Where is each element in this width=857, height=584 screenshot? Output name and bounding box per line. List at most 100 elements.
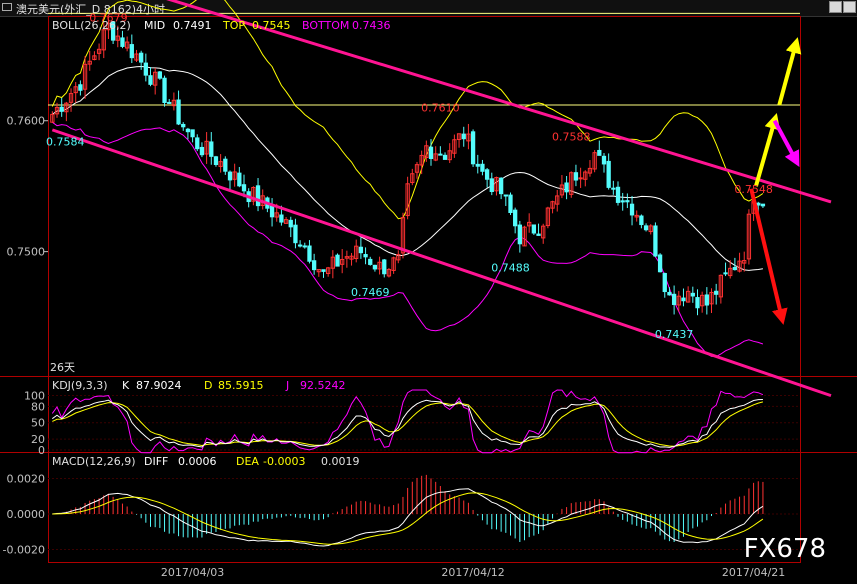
candle	[251, 186, 256, 206]
kdj-panel	[48, 389, 800, 454]
candle-body	[162, 77, 167, 103]
candle	[307, 240, 312, 264]
candle	[213, 155, 219, 167]
candle	[349, 252, 354, 266]
candle	[237, 166, 242, 188]
price-label: 0.7548	[734, 183, 773, 196]
macd-y-tick-label: 0.0000	[7, 508, 46, 521]
candle	[690, 286, 695, 303]
candle-body	[368, 258, 373, 265]
x-tick-label: 2017/04/03	[161, 566, 224, 579]
candle	[517, 220, 522, 253]
candle-body	[484, 169, 490, 180]
candle	[316, 269, 321, 277]
candle	[157, 71, 163, 80]
y-tick-label: 0.7600	[7, 115, 46, 128]
candle	[559, 175, 565, 199]
candle	[120, 30, 125, 49]
candle-body	[498, 177, 504, 195]
candle	[232, 163, 237, 187]
macd-legend-value: 0.0019	[321, 455, 360, 468]
candle-body	[690, 292, 695, 297]
candle-body	[335, 254, 340, 267]
candle	[718, 274, 724, 304]
candle-body	[639, 215, 644, 226]
candle-body	[382, 259, 387, 275]
macd-legend-value: -0.0003	[263, 455, 305, 468]
candle	[484, 167, 490, 188]
trend-arrow	[772, 119, 800, 168]
price-label: 0.7588	[552, 130, 591, 143]
candle	[260, 189, 265, 210]
candle-body	[723, 272, 728, 275]
candle-body	[714, 290, 719, 295]
kdj-legend-value: 92.5242	[300, 379, 346, 392]
candle	[704, 287, 709, 315]
candle	[433, 146, 438, 162]
candle	[564, 176, 569, 200]
candle	[195, 134, 200, 152]
candle-body	[176, 99, 181, 125]
kdj-legend-value: 87.9024	[136, 379, 182, 392]
candle-body	[129, 44, 134, 59]
candle-body	[657, 254, 663, 273]
candle-body	[732, 266, 738, 271]
candle-body	[241, 184, 247, 192]
candle	[143, 53, 148, 82]
candle	[185, 127, 191, 140]
candle	[536, 223, 541, 236]
candle	[269, 198, 275, 227]
watermark-logo: FX678	[744, 534, 826, 564]
candle	[760, 203, 766, 208]
candle	[714, 283, 719, 305]
candle	[597, 140, 602, 156]
candle	[354, 239, 359, 263]
forex-chart: 0.76000.75000.76790.76100.75880.75480.75…	[0, 0, 857, 579]
candle	[653, 222, 658, 258]
candle-body	[517, 224, 522, 245]
candle	[620, 192, 625, 211]
candle	[480, 159, 485, 176]
candle-body	[181, 123, 186, 128]
candle-body	[143, 62, 148, 76]
boll-legend-label: TOP	[222, 19, 245, 32]
candle-body	[671, 293, 677, 305]
candle-body	[760, 203, 766, 207]
candle	[311, 253, 317, 275]
candle-body	[78, 84, 83, 91]
candle	[611, 180, 616, 195]
candle-body	[508, 194, 513, 213]
candle-body	[578, 177, 583, 180]
candle	[470, 129, 476, 167]
macd-panel	[48, 474, 800, 551]
candle	[64, 101, 69, 122]
candle-body	[611, 187, 616, 190]
candle-body	[358, 246, 364, 254]
candle-body	[227, 171, 233, 181]
candle	[742, 251, 747, 272]
candle	[709, 288, 714, 314]
candle-body	[199, 146, 205, 156]
kdj-legend-label: D	[204, 379, 212, 392]
candle-body	[302, 245, 307, 248]
candle	[498, 177, 504, 200]
candle-body	[209, 141, 214, 157]
candle	[662, 272, 667, 298]
candle	[321, 269, 326, 278]
candle	[489, 172, 494, 196]
candle-body	[606, 160, 611, 188]
candle	[438, 146, 443, 156]
macd-title: MACD(12,26,9)	[52, 455, 136, 468]
macd-y-tick-label: -0.0020	[3, 544, 45, 557]
candle-body	[536, 233, 541, 236]
candle	[302, 242, 307, 249]
candle	[625, 193, 630, 209]
candle	[87, 50, 92, 71]
boll-title: BOLL(26,26,2)	[52, 19, 131, 32]
candle	[209, 132, 214, 165]
candle	[68, 88, 74, 112]
candle-body	[255, 185, 261, 207]
candle-body	[629, 203, 635, 216]
candle	[396, 250, 401, 264]
candle	[513, 207, 518, 234]
